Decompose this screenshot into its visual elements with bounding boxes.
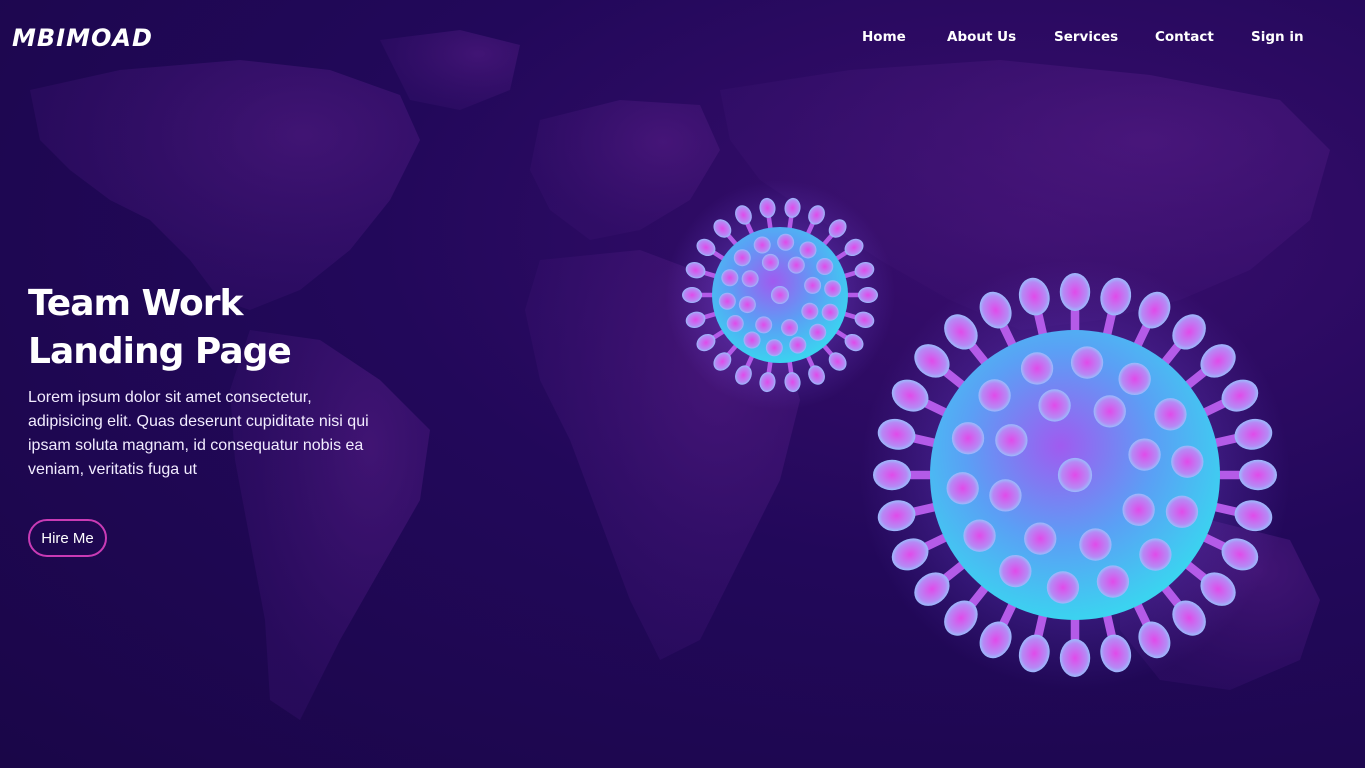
nav-about-link[interactable]: About Us	[947, 29, 1016, 45]
nav-services-link[interactable]: Services	[1054, 29, 1118, 45]
hero-title-line-2: Landing Page	[28, 331, 292, 372]
nav-contact-link[interactable]: Contact	[1155, 29, 1214, 45]
hero-title: Team Work Landing Page	[28, 280, 448, 376]
main-nav: Home About Us Services Contact Sign in	[0, 29, 1365, 49]
hero-section: Team Work Landing Page Lorem ipsum dolor…	[28, 280, 448, 482]
nav-home-link[interactable]: Home	[862, 29, 906, 45]
hire-me-button[interactable]: Hire Me	[28, 519, 107, 557]
top-navbar: MBIMOAD Home About Us Services Contact S…	[0, 0, 1365, 80]
hero-description: Lorem ipsum dolor sit amet consectetur, …	[28, 389, 369, 478]
hero-title-line-1: Team Work	[28, 283, 243, 324]
nav-signin-link[interactable]: Sign in	[1251, 29, 1304, 45]
